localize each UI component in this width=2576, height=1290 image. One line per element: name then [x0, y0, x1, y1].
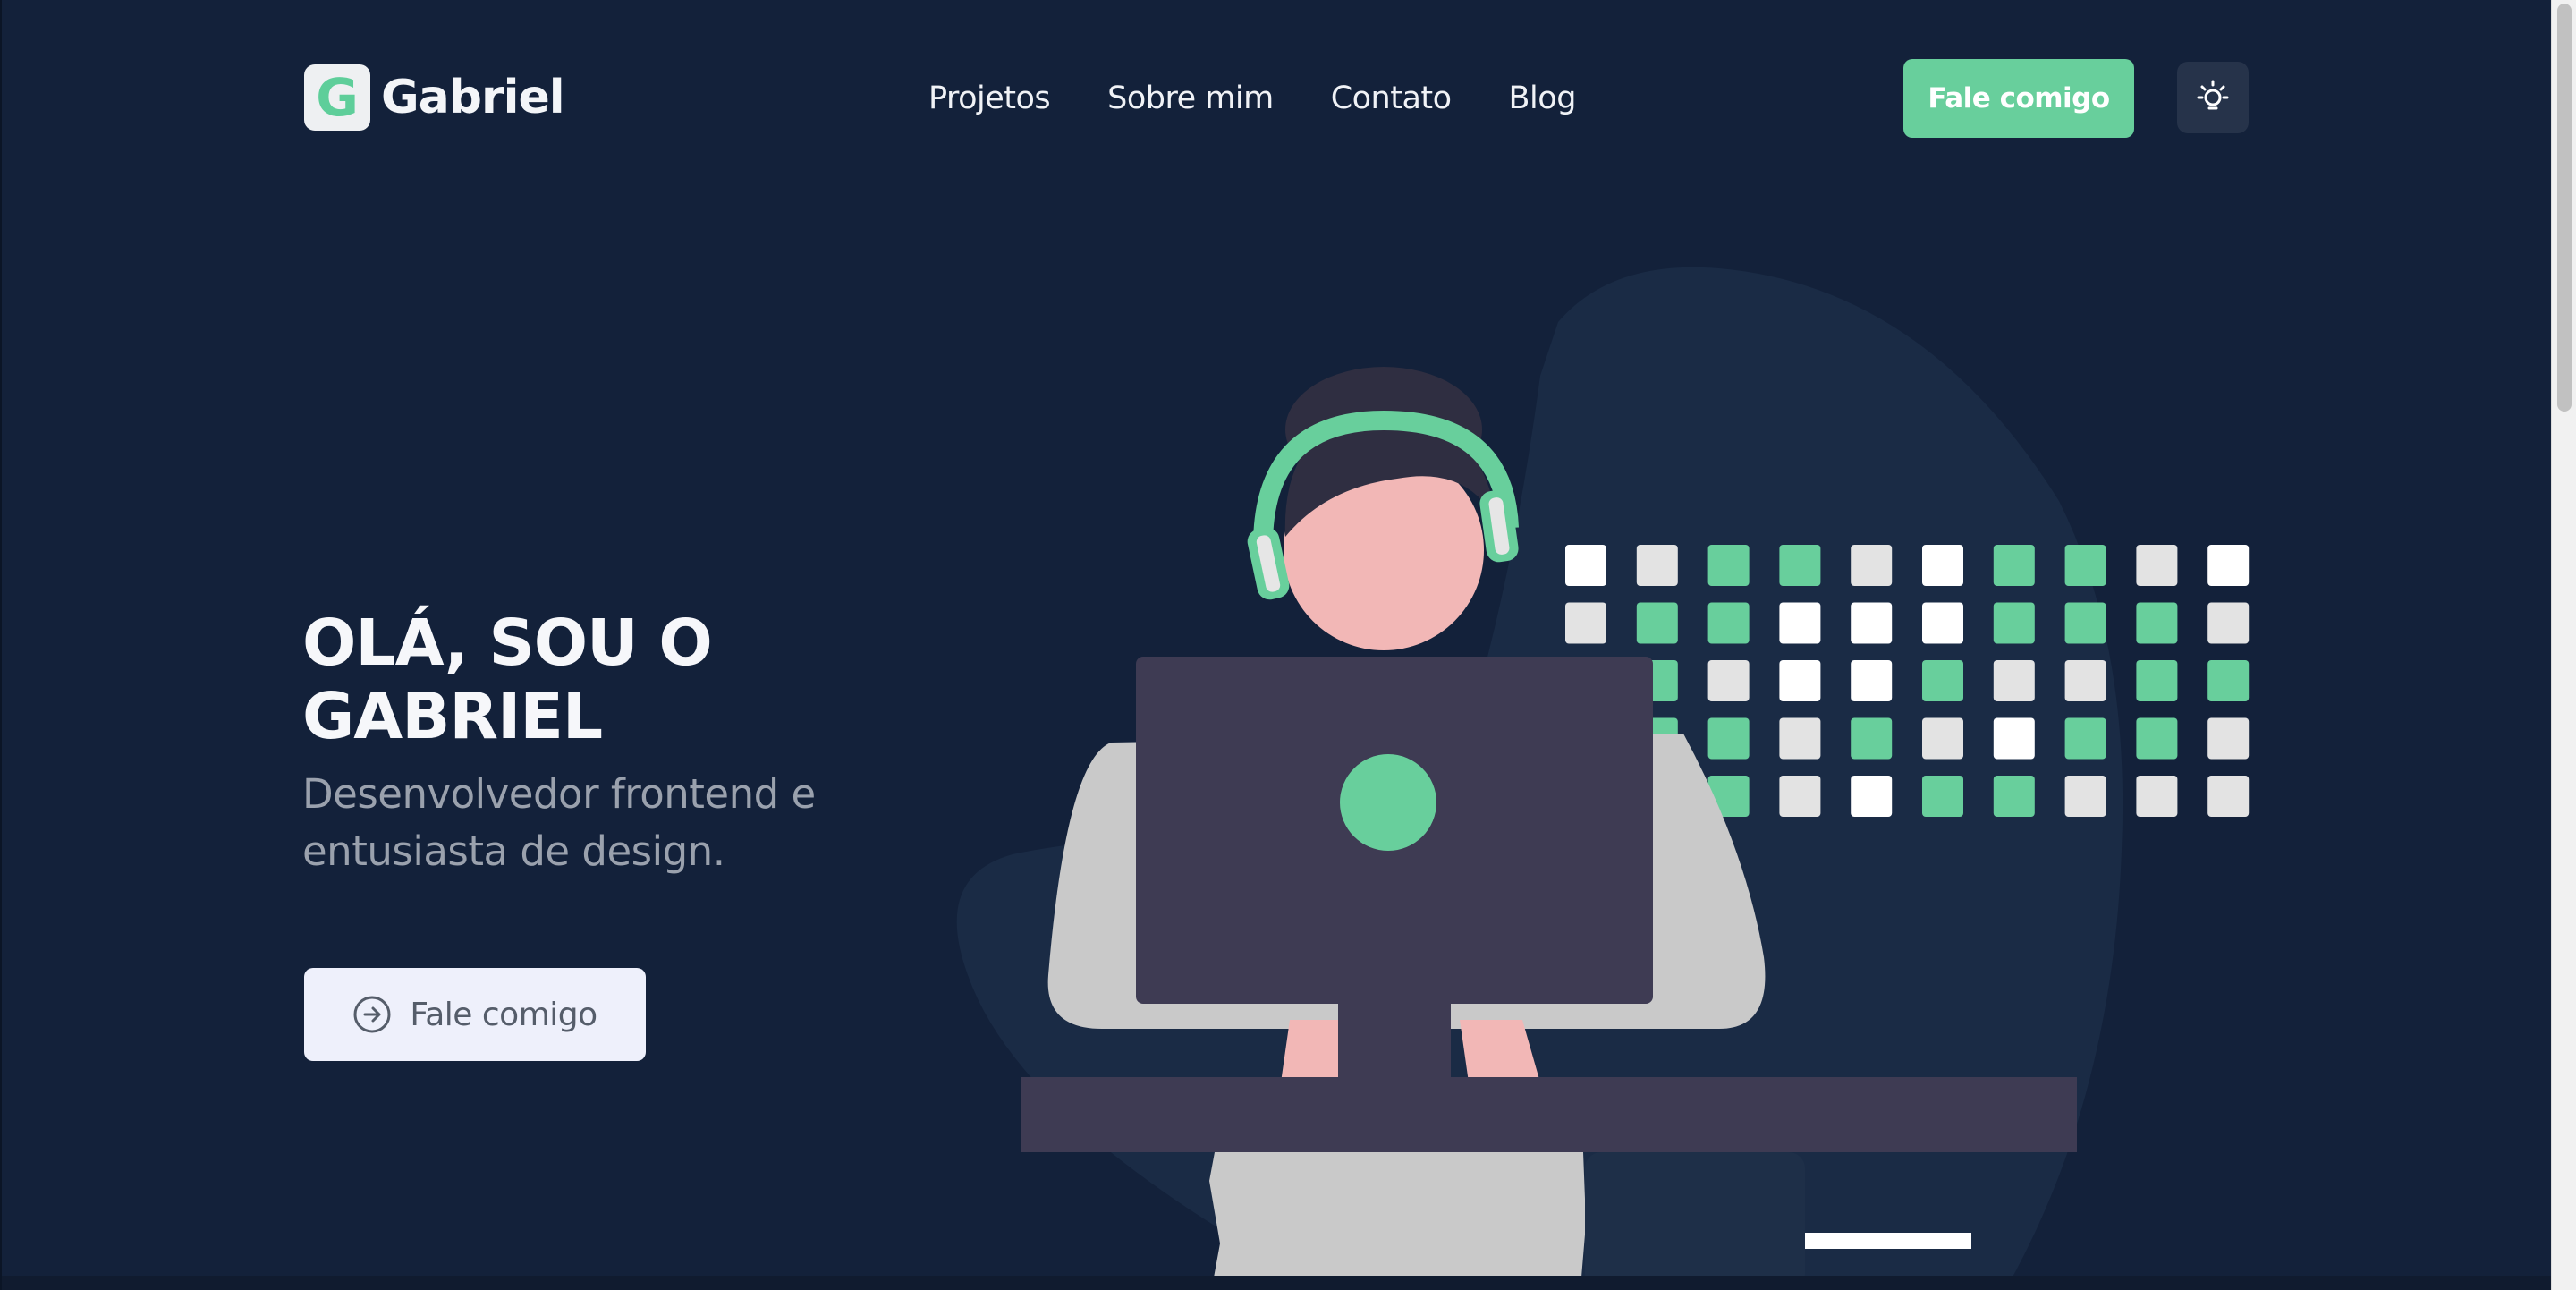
dot-grid-square [2136, 660, 2178, 701]
dot-grid-square [1993, 776, 2035, 817]
hero-contact-label: Fale comigo [410, 996, 597, 1033]
hero-title: OLÁ, SOU O GABRIEL [302, 606, 713, 753]
main-nav: Projetos Sobre mim Contato Blog [928, 81, 1633, 116]
dot-grid-square [1779, 717, 1821, 760]
dot-grid-square [2064, 545, 2106, 586]
dot-grid-square [1993, 602, 2035, 644]
dot-grid-square [2064, 776, 2106, 817]
header-contact-button[interactable]: Fale comigo [1903, 59, 2134, 138]
hero-contact-button[interactable]: Fale comigo [304, 968, 646, 1061]
dot-grid-square [1707, 660, 1750, 701]
lightbulb-icon [2197, 80, 2229, 110]
nav-link-contato[interactable]: Contato [1331, 81, 1452, 116]
dot-grid-square [1922, 545, 1963, 586]
scrollbar-thumb[interactable] [2557, 4, 2572, 412]
dot-grid-square [1993, 660, 2035, 701]
logo-name: Gabriel [381, 71, 565, 124]
hero-subtitle: Desenvolvedor frontend e entusiasta de d… [302, 770, 816, 875]
dot-grid-square [1779, 776, 1821, 817]
nav-link-projetos[interactable]: Projetos [928, 81, 1051, 116]
dot-grid-square [1779, 545, 1821, 586]
arrow-circle-right-icon [353, 996, 391, 1033]
page: G Gabriel Projetos Sobre mim Contato Blo… [0, 0, 2553, 1290]
dot-grid-square [1707, 717, 1750, 760]
logo[interactable]: G Gabriel [304, 64, 565, 131]
dot-grid-square [1636, 602, 1678, 644]
dot-grid-square [1922, 602, 1963, 644]
nav-link-sobre-mim[interactable]: Sobre mim [1107, 81, 1274, 116]
dot-grid-square [2064, 602, 2106, 644]
logo-mark: G [304, 64, 370, 131]
dot-grid-square [1922, 776, 1963, 817]
dot-grid-square [1565, 602, 1606, 644]
dot-grid-square [2136, 776, 2178, 817]
dot-grid-square [1636, 545, 1678, 586]
dot-grid-square [2136, 602, 2178, 644]
nav-link-blog[interactable]: Blog [1509, 81, 1577, 116]
dot-grid-square [1565, 545, 1606, 586]
dot-grid-square [1993, 717, 2035, 760]
dot-grid-square [1851, 545, 1893, 586]
dot-grid-square [1922, 717, 1963, 760]
vertical-scrollbar[interactable] [2551, 0, 2576, 1290]
dot-grid-square [2207, 717, 2250, 760]
dot-grid-square [1993, 545, 2035, 586]
dot-grid-square [1851, 776, 1893, 817]
dot-grid-square [1779, 602, 1821, 644]
dot-grid-square [1779, 660, 1821, 701]
dot-grid-square [2207, 660, 2250, 701]
dot-grid-square [1851, 717, 1893, 760]
page-bottom-edge [2, 1276, 2553, 1290]
theme-toggle-button[interactable] [2177, 62, 2249, 133]
dot-grid-square [1851, 660, 1893, 701]
dot-grid-square [1707, 545, 1750, 586]
dot-grid-square [2207, 776, 2250, 817]
dot-grid-square [1851, 602, 1893, 644]
dot-grid-square [1707, 602, 1750, 644]
dot-grid-square [2064, 660, 2106, 701]
dot-grid-square [2064, 717, 2106, 760]
dot-grid-square [2207, 545, 2250, 586]
dot-grid-square [2207, 602, 2250, 644]
dot-grid-square [2136, 545, 2178, 586]
dot-grid-square [2136, 717, 2178, 760]
dot-grid-square [1922, 660, 1963, 701]
